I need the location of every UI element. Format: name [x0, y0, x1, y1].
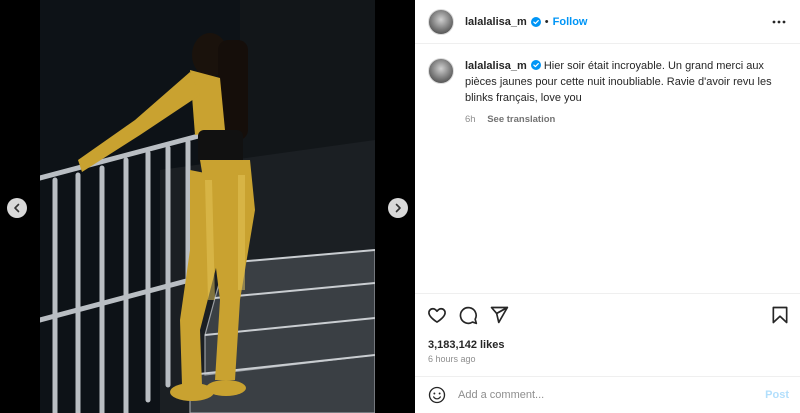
- avatar[interactable]: [428, 8, 454, 35]
- verified-badge-icon: [530, 60, 541, 70]
- chevron-right-icon: [395, 203, 401, 213]
- comment-input[interactable]: [458, 389, 748, 401]
- caption-time: 6h: [465, 114, 476, 125]
- caption-username[interactable]: lalalalisa_m: [465, 60, 527, 72]
- caption: lalalalisa_m Hier soir était incroyable.…: [428, 58, 788, 125]
- heart-icon[interactable]: [427, 305, 447, 325]
- caption-avatar[interactable]: [428, 58, 454, 84]
- username[interactable]: lalalalisa_m: [465, 16, 527, 28]
- comment-icon[interactable]: [458, 305, 478, 325]
- emoji-icon[interactable]: [428, 386, 446, 404]
- see-translation-button[interactable]: See translation: [487, 114, 555, 125]
- more-options-icon[interactable]: [772, 15, 786, 29]
- caption-meta: 6h See translation: [465, 114, 780, 125]
- separator: •: [544, 15, 549, 28]
- bookmark-icon[interactable]: [770, 305, 790, 325]
- comment-bar: Post: [415, 376, 800, 413]
- post-media: [0, 0, 415, 413]
- caption-body: lalalalisa_m Hier soir était incroyable.…: [465, 58, 780, 125]
- caption-text: lalalalisa_m Hier soir était incroyable.…: [465, 58, 780, 106]
- post-details-panel: lalalalisa_m • Follow lalalalisa_m Hier …: [415, 0, 800, 413]
- previous-photo-button[interactable]: [7, 198, 27, 218]
- likes-count[interactable]: 3,183,142 likes: [428, 339, 504, 351]
- follow-button[interactable]: Follow: [553, 16, 588, 28]
- chevron-left-icon: [14, 203, 20, 213]
- post-timestamp: 6 hours ago: [428, 354, 476, 364]
- verified-badge-icon: [530, 16, 541, 27]
- post-header: lalalalisa_m • Follow: [415, 0, 800, 44]
- post-photo[interactable]: [40, 0, 375, 413]
- post-comment-button[interactable]: Post: [765, 389, 789, 401]
- photo-illustration: [40, 0, 375, 413]
- next-photo-button[interactable]: [388, 198, 408, 218]
- action-bar: [415, 294, 800, 336]
- actions-section: [415, 293, 800, 336]
- share-icon[interactable]: [489, 305, 509, 325]
